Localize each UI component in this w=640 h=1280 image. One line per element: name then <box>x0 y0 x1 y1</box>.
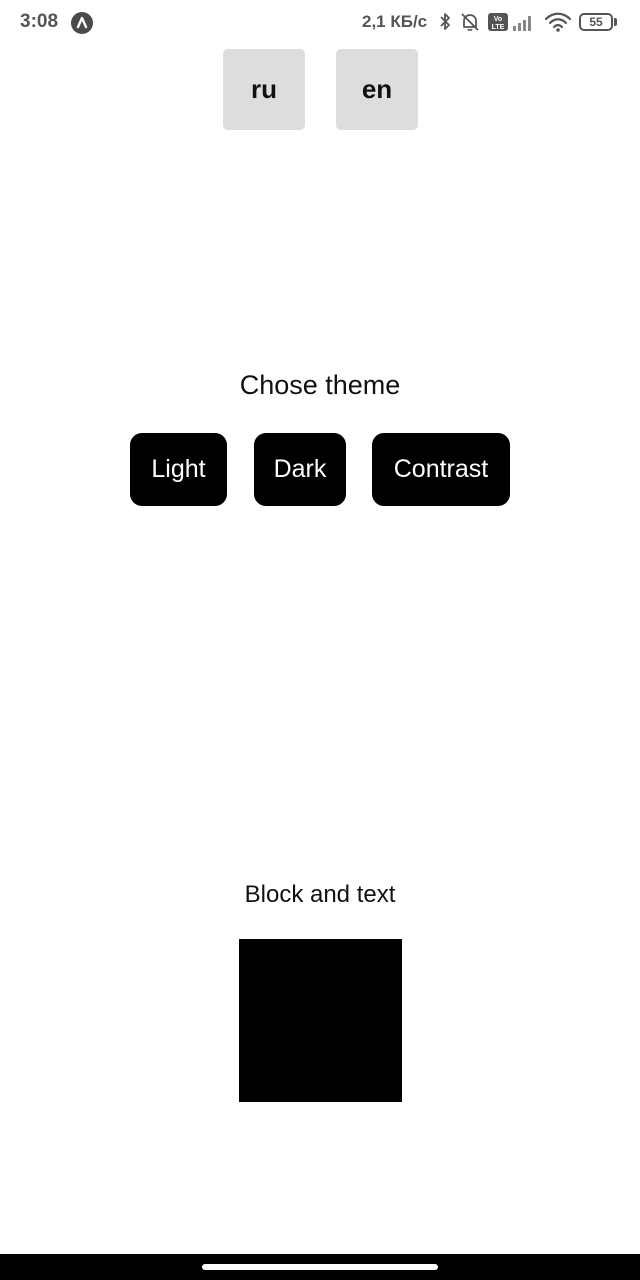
app-badge-icon <box>71 12 93 34</box>
language-ru-button[interactable]: ru <box>223 49 305 130</box>
bell-off-icon <box>459 11 481 38</box>
app-screen: 3:08 2,1 КБ/с Vo LTE 55 ru en Chose them… <box>0 0 640 1280</box>
theme-contrast-button[interactable]: Contrast <box>372 433 510 506</box>
theme-light-button[interactable]: Light <box>130 433 227 506</box>
signal-icon <box>512 11 536 38</box>
svg-text:LTE: LTE <box>492 24 505 31</box>
battery-nub <box>614 18 617 26</box>
bluetooth-icon <box>438 11 452 38</box>
navigation-bar <box>0 1254 640 1280</box>
block-title: Block and text <box>244 881 396 908</box>
demo-block <box>239 939 402 1102</box>
home-indicator[interactable] <box>202 1264 438 1270</box>
network-speed: 2,1 КБ/с <box>362 12 428 31</box>
status-time: 3:08 <box>20 11 59 32</box>
wifi-icon <box>544 11 572 38</box>
language-en-button[interactable]: en <box>336 49 418 130</box>
status-bar: 3:08 2,1 КБ/с Vo LTE 55 <box>0 0 640 46</box>
theme-title: Chose theme <box>239 370 401 400</box>
volte-icon: Vo LTE <box>487 11 509 38</box>
battery-level: 55 <box>589 15 603 29</box>
theme-dark-button[interactable]: Dark <box>254 433 346 506</box>
svg-text:Vo: Vo <box>494 16 502 23</box>
battery-icon: 55 <box>579 13 613 31</box>
